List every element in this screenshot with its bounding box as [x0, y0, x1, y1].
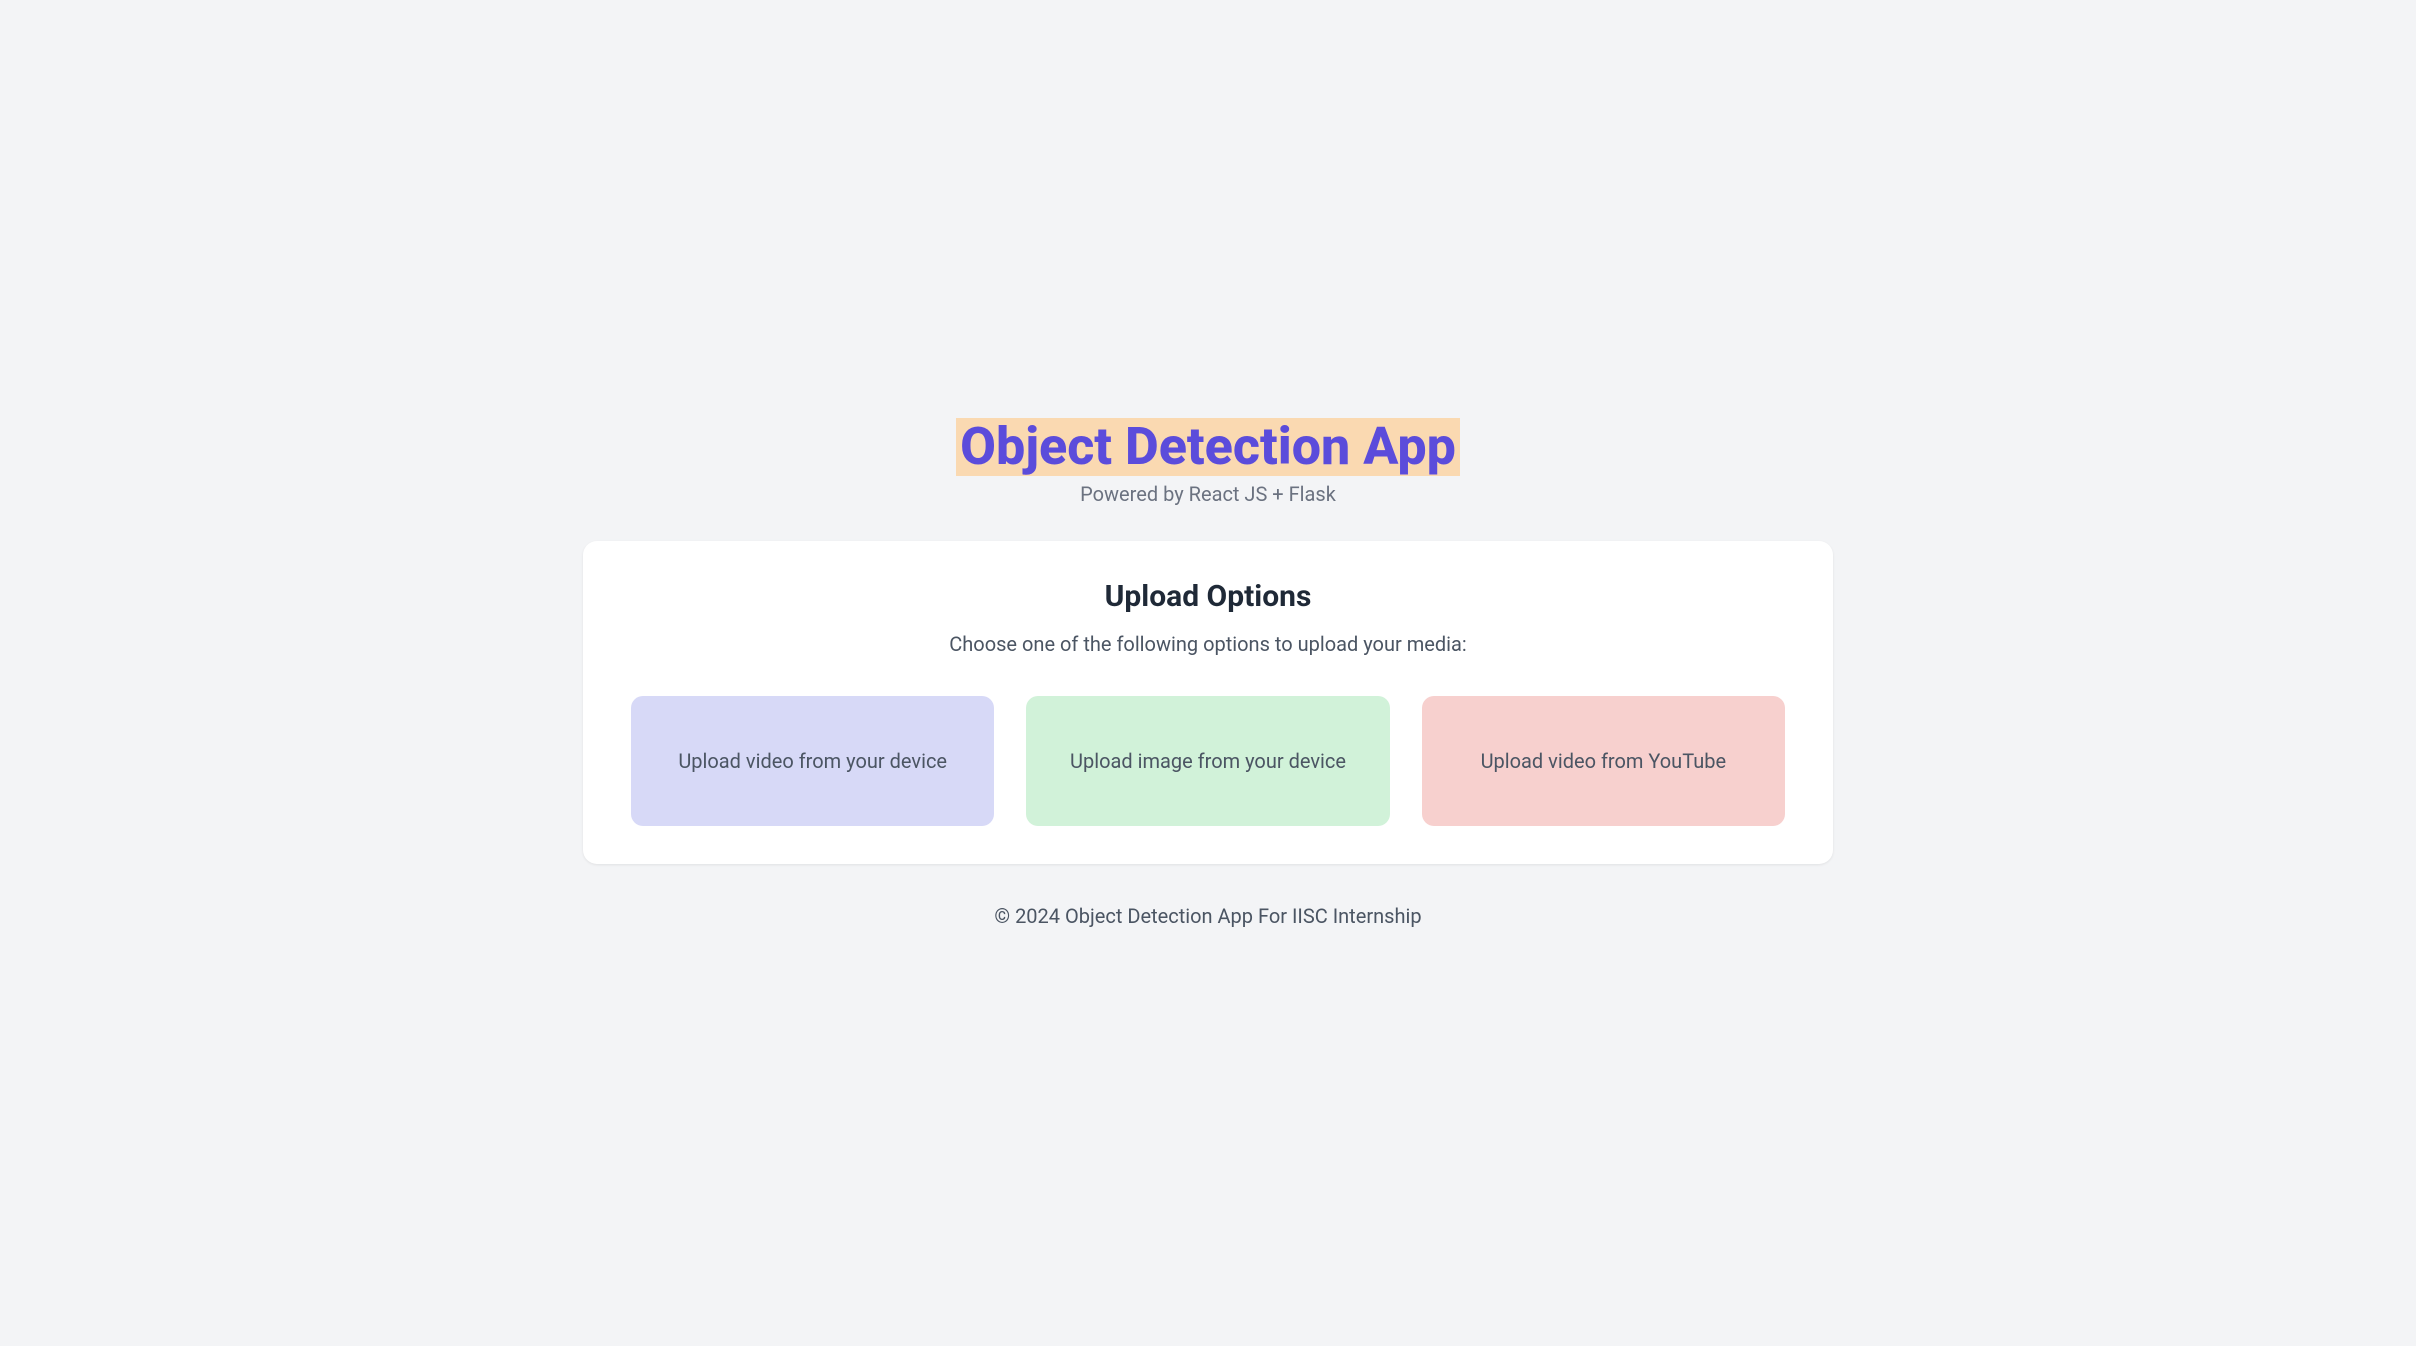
card-title: Upload Options — [631, 579, 1785, 614]
upload-video-device-button[interactable]: Upload video from your device — [631, 696, 994, 826]
footer-text: © 2024 Object Detection App For IISC Int… — [994, 904, 1421, 928]
upload-card: Upload Options Choose one of the followi… — [583, 541, 1833, 864]
footer: © 2024 Object Detection App For IISC Int… — [994, 904, 1421, 928]
options-grid: Upload video from your device Upload ima… — [631, 696, 1785, 826]
app-subtitle: Powered by React JS + Flask — [956, 482, 1460, 506]
app-title: Object Detection App — [956, 418, 1460, 475]
upload-video-youtube-button[interactable]: Upload video from YouTube — [1422, 696, 1785, 826]
main-container: Object Detection App Powered by React JS… — [583, 418, 1833, 927]
card-description: Choose one of the following options to u… — [631, 632, 1785, 656]
option-label: Upload video from YouTube — [1481, 747, 1727, 775]
upload-image-device-button[interactable]: Upload image from your device — [1026, 696, 1389, 826]
header: Object Detection App Powered by React JS… — [956, 418, 1460, 505]
option-label: Upload video from your device — [678, 747, 947, 775]
option-label: Upload image from your device — [1070, 747, 1346, 775]
